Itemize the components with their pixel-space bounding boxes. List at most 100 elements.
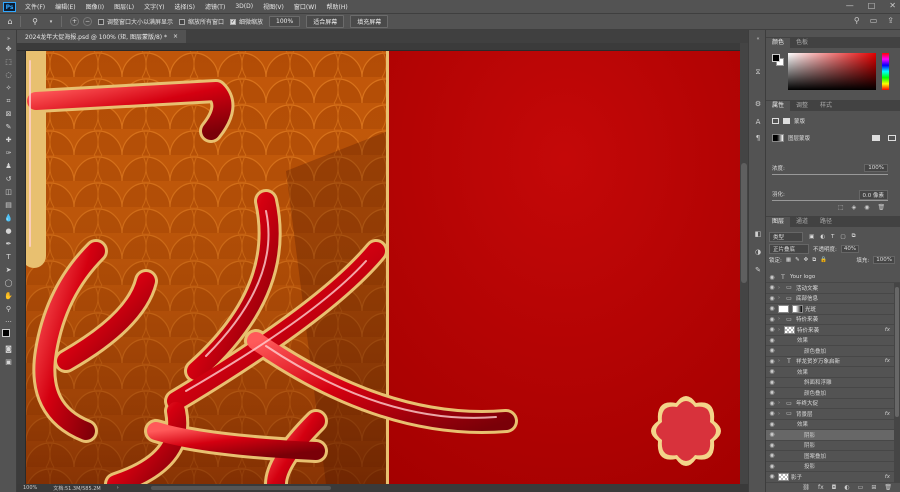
layer-row[interactable]: ◉ T Your logo: [766, 272, 900, 283]
menu-layer[interactable]: 图层(L): [109, 2, 139, 11]
paths-icon[interactable]: ✎: [753, 266, 763, 276]
move-tool-icon[interactable]: ✥: [3, 44, 14, 54]
lock-all-icon[interactable]: 🔒: [820, 257, 827, 263]
character-icon[interactable]: A: [753, 118, 763, 128]
filter-smart-icon[interactable]: ⧉: [852, 233, 856, 240]
layer-row[interactable]: ◉ › ▭ 年终大促: [766, 398, 900, 409]
link-layers-icon[interactable]: ⛓: [802, 484, 810, 491]
density-slider[interactable]: [772, 174, 888, 175]
delete-mask-icon[interactable]: 🗑: [878, 204, 886, 211]
canvas-vertical-scrollbar[interactable]: [740, 43, 748, 484]
visibility-eye-icon[interactable]: ◉: [766, 400, 778, 407]
tab-adjustments[interactable]: 调整: [790, 101, 814, 111]
shape-tool-icon[interactable]: ◯: [3, 278, 14, 288]
visibility-eye-icon[interactable]: ◉: [766, 347, 778, 354]
fx-badge-icon[interactable]: fx: [885, 358, 890, 364]
scrubby-zoom-checkbox[interactable]: ✓ 细微缩放: [230, 17, 263, 26]
zoom-tool-icon[interactable]: ⚲: [3, 304, 14, 314]
channels-icon[interactable]: ◑: [753, 248, 763, 258]
visibility-eye-icon[interactable]: ◉: [766, 337, 778, 344]
maximize-button[interactable]: □: [868, 1, 876, 10]
fill-input[interactable]: 100%: [873, 256, 895, 264]
layer-row[interactable]: ◉ › ▭ 底部信息: [766, 293, 900, 304]
properties-icon[interactable]: ⚙: [753, 100, 763, 110]
document-tab[interactable]: 2024龙年大促海报.psd @ 100% (矩, 图层蒙版/8) * ×: [17, 30, 187, 43]
search-icon[interactable]: ⚲: [854, 16, 860, 25]
chevron-down-icon[interactable]: ▾: [45, 16, 57, 28]
tab-styles[interactable]: 样式: [814, 101, 838, 111]
layer-effect-row[interactable]: ◉ 颜色叠加: [766, 346, 900, 357]
close-window-button[interactable]: ✕: [889, 1, 896, 10]
menu-window[interactable]: 窗口(W): [289, 2, 322, 11]
visibility-eye-icon[interactable]: ◉: [766, 473, 778, 480]
lock-move-icon[interactable]: ✥: [804, 257, 809, 263]
history-brush-tool-icon[interactable]: ↺: [3, 174, 14, 184]
visibility-eye-icon[interactable]: ◉: [766, 316, 778, 323]
visibility-eye-icon[interactable]: ◉: [766, 305, 778, 312]
layer-row[interactable]: ◉ › ▭ 特价来袭: [766, 314, 900, 325]
fx-badge-icon[interactable]: fx: [885, 327, 890, 333]
menu-edit[interactable]: 编辑(E): [50, 2, 80, 11]
healing-brush-tool-icon[interactable]: ✚: [3, 135, 14, 145]
apply-mask-icon[interactable]: ◈: [852, 204, 857, 211]
brush-tool-icon[interactable]: ✑: [3, 148, 14, 158]
dodge-tool-icon[interactable]: ●: [3, 226, 14, 236]
layer-list-scrollbar[interactable]: [894, 283, 900, 483]
vertical-ruler[interactable]: [17, 51, 26, 484]
lasso-tool-icon[interactable]: ◌: [3, 70, 14, 80]
status-menu-arrow[interactable]: ›: [117, 485, 119, 491]
screen-mode-icon[interactable]: ▣: [3, 357, 14, 367]
layer-effect-row[interactable]: ◉ 斜面和浮雕: [766, 377, 900, 388]
feather-input[interactable]: 0.0 像素: [858, 190, 888, 200]
vector-add-icon[interactable]: [888, 135, 896, 141]
visibility-eye-icon[interactable]: ◉: [766, 295, 778, 302]
add-mask-icon[interactable]: ◘: [832, 484, 837, 491]
magic-wand-tool-icon[interactable]: ✧: [3, 83, 14, 93]
visibility-eye-icon[interactable]: ◉: [766, 410, 778, 417]
menu-view[interactable]: 视图(V): [258, 2, 289, 11]
history-icon[interactable]: ⧖: [753, 68, 763, 78]
tab-color[interactable]: 颜色: [766, 38, 791, 48]
resize-windows-checkbox[interactable]: 调整窗口大小以满屏显示: [98, 17, 173, 26]
visibility-eye-icon[interactable]: ◉: [766, 452, 778, 459]
new-group-icon[interactable]: ▭: [858, 484, 864, 491]
color-picker-field[interactable]: [788, 53, 876, 90]
foreground-color-swatch[interactable]: [2, 329, 10, 337]
horizontal-ruler[interactable]: [17, 43, 740, 51]
minimize-button[interactable]: —: [846, 1, 854, 10]
layer-mask-thumbnail[interactable]: [792, 304, 803, 313]
share-icon[interactable]: ⇪: [887, 16, 894, 25]
close-tab-icon[interactable]: ×: [173, 33, 178, 40]
delete-layer-icon[interactable]: 🗑: [884, 484, 892, 491]
lock-pixels-icon[interactable]: ▦: [786, 257, 791, 263]
density-input[interactable]: 100%: [864, 164, 888, 172]
more-tools-icon[interactable]: ···: [3, 317, 14, 327]
status-zoom[interactable]: 100%: [23, 485, 37, 491]
visibility-eye-icon[interactable]: ◉: [766, 431, 778, 438]
fill-screen-button[interactable]: 填充屏幕: [350, 15, 389, 28]
zoom-100-button[interactable]: 100%: [269, 16, 301, 27]
layer-effect-row[interactable]: ◉ 效果: [766, 419, 900, 430]
layer-row[interactable]: ◉ › 特价来袭 fx: [766, 325, 900, 336]
tab-properties[interactable]: 属性: [766, 101, 791, 111]
eraser-tool-icon[interactable]: ◫: [3, 187, 14, 197]
visibility-eye-icon[interactable]: ◉: [766, 274, 778, 281]
eyedropper-tool-icon[interactable]: ✎: [3, 122, 14, 132]
hand-tool-icon[interactable]: ✋: [3, 291, 14, 301]
layer-row[interactable]: ◉ › ▭ 活动文案: [766, 283, 900, 294]
visibility-eye-icon[interactable]: ◉: [766, 326, 778, 333]
crop-tool-icon[interactable]: ⌗: [3, 96, 14, 106]
gradient-tool-icon[interactable]: ▤: [3, 200, 14, 210]
new-adjustment-icon[interactable]: ◐: [844, 484, 849, 491]
toggle-mask-icon[interactable]: ◉: [864, 204, 869, 211]
fit-screen-button[interactable]: 适合屏幕: [306, 15, 345, 28]
menu-type[interactable]: 文字(Y): [139, 2, 169, 11]
clone-stamp-tool-icon[interactable]: ♟: [3, 161, 14, 171]
foreground-color-swatch[interactable]: [772, 54, 780, 62]
blend-mode-select[interactable]: 正片叠底: [769, 244, 809, 254]
tab-swatches[interactable]: 色板: [790, 38, 814, 48]
lock-paint-icon[interactable]: ✎: [795, 257, 800, 263]
layer-effect-row[interactable]: ◉ 颜色叠加: [766, 388, 900, 399]
menu-select[interactable]: 选择(S): [169, 2, 200, 11]
add-style-icon[interactable]: fx: [818, 484, 824, 491]
